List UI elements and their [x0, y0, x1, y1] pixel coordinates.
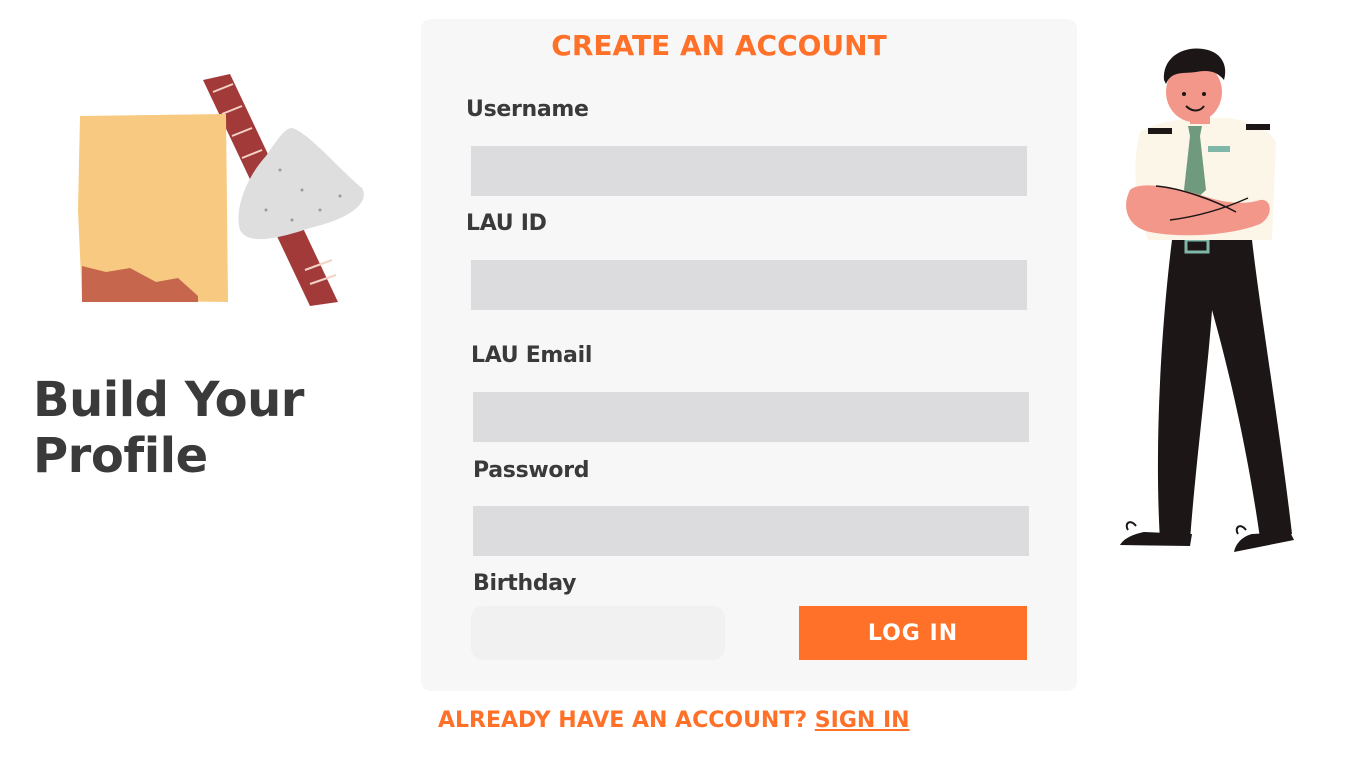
lau-id-label: LAU ID: [466, 211, 547, 236]
sign-in-prompt: ALREADY HAVE AN ACCOUNT? SIGN IN: [438, 708, 910, 733]
birthday-input[interactable]: [471, 606, 725, 660]
pilot-character-illustration: [1120, 48, 1294, 552]
username-label: Username: [466, 97, 589, 122]
hero-title-line-2: Profile: [33, 428, 208, 484]
pilot-head: [1163, 48, 1226, 124]
sign-in-link[interactable]: SIGN IN: [815, 708, 910, 733]
lau-email-label: LAU Email: [471, 343, 593, 368]
pilot-legs: [1157, 238, 1292, 540]
form-title: CREATE AN ACCOUNT: [551, 29, 887, 62]
sign-in-prompt-text: ALREADY HAVE AN ACCOUNT?: [438, 708, 808, 733]
abstract-collage-illustration: [78, 74, 364, 306]
password-input[interactable]: [473, 506, 1029, 556]
sand-block-shape: [78, 114, 228, 302]
login-button[interactable]: LOG IN: [799, 606, 1027, 660]
lau-id-input[interactable]: [471, 260, 1027, 310]
hero-title: Build Your Profile: [33, 372, 393, 484]
username-input[interactable]: [471, 146, 1027, 196]
hero-title-line-1: Build Your: [33, 372, 304, 428]
lau-email-input[interactable]: [473, 392, 1029, 442]
password-label: Password: [473, 458, 590, 483]
signup-form-card: CREATE AN ACCOUNT Username LAU ID LAU Em…: [421, 19, 1077, 691]
birthday-label: Birthday: [473, 571, 577, 596]
